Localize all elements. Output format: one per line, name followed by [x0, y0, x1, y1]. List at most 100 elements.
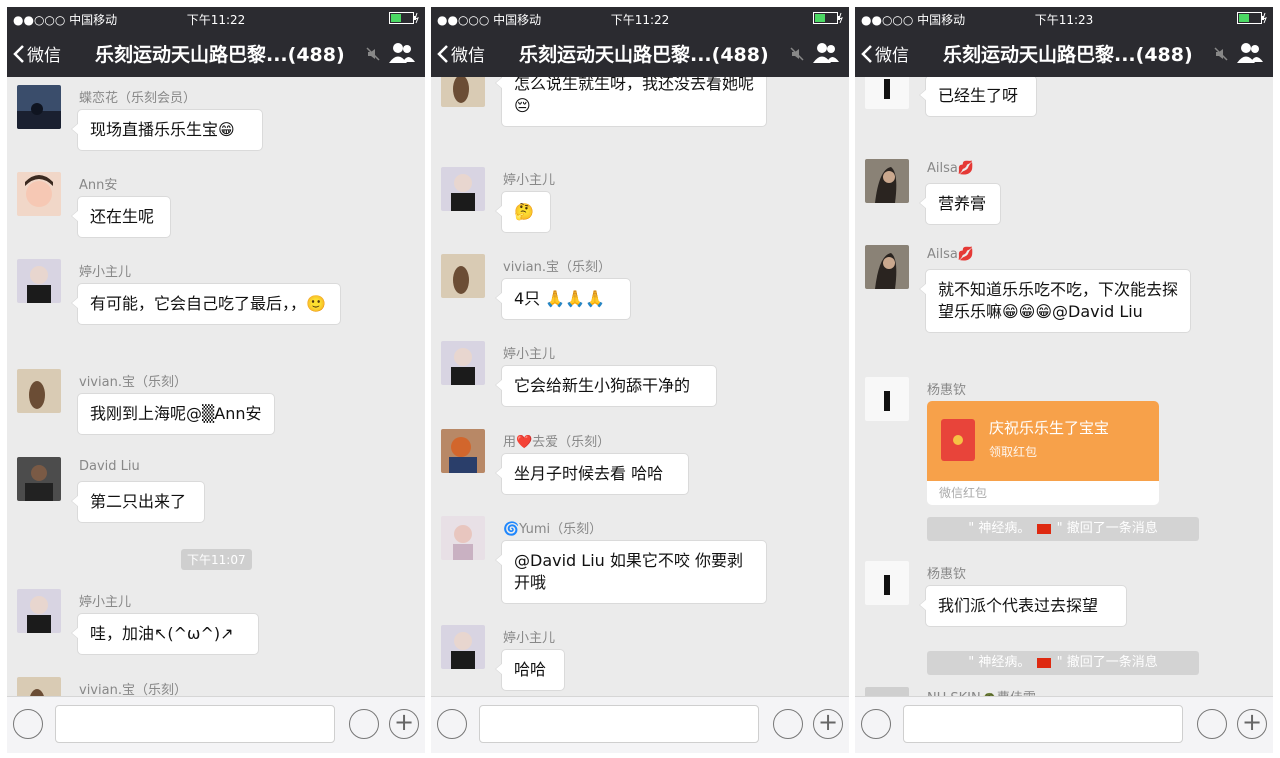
clock: 下午11:22 [610, 13, 670, 27]
message-bubble[interactable]: 坐月子时候去看 哈哈 [495, 453, 689, 495]
sender-name: 蝶恋花（乐刻会员） [79, 91, 197, 106]
message-list[interactable]: 蝶恋花（乐刻会员） 现场直播乐乐生宝😁 Ann安 还在生呢 婷小主儿 有可能，它… [7, 77, 425, 697]
avatar[interactable] [441, 77, 485, 107]
battery-icon [389, 12, 419, 24]
status-bar: ●●○○○ 中国移动 下午11:22 [7, 7, 425, 29]
message-bubble[interactable]: 哇，加油↖(^ω^)↗ [71, 613, 259, 655]
message-bubble[interactable]: 我刚到上海呢@▒Ann安 [77, 393, 275, 435]
message-bubble[interactable]: 就不知道乐乐吃不吃，下次能去探望乐乐嘛😁😁😁@David Liu [919, 269, 1191, 333]
message-bubble[interactable]: 已经生了呀 [919, 77, 1037, 117]
plus-icon[interactable]: + [813, 709, 843, 739]
message-bubble[interactable]: 营养膏 [919, 183, 1001, 225]
avatar[interactable] [865, 245, 909, 289]
chat-title: 乐刻运动天山路巴黎...(488) [95, 44, 345, 66]
group-info-icon[interactable] [389, 42, 415, 64]
message-bubble[interactable]: 它会给新生小狗舔干净的 [495, 365, 717, 407]
voice-icon[interactable] [437, 709, 467, 739]
back-button[interactable]: 微信 [437, 41, 485, 66]
sender-name: 婷小主儿 [503, 347, 556, 362]
avatar[interactable] [17, 85, 61, 129]
message-bubble[interactable]: 怎么说生就生呀，我还没去看她呢😔 [495, 77, 767, 127]
back-button[interactable]: 微信 [13, 41, 61, 66]
message-bubble[interactable]: 有可能，它会自己吃了最后，，🙂 [71, 283, 341, 325]
chat-screen-3: ●●○○○ 中国移动 下午11:23 微信 乐刻运动天山路巴黎...(488) … [855, 7, 1273, 753]
sender-name: 婷小主儿 [503, 173, 556, 188]
status-bar: ●●○○○ 中国移动 下午11:22 [431, 7, 849, 29]
avatar[interactable] [17, 369, 61, 413]
avatar[interactable] [441, 341, 485, 385]
recall-user[interactable]: 神经病。 [978, 521, 1030, 536]
avatar[interactable] [441, 167, 485, 211]
back-label: 微信 [875, 46, 909, 66]
china-flag-icon [1036, 657, 1051, 668]
avatar[interactable] [865, 159, 909, 203]
nav-bar: 微信 乐刻运动天山路巴黎...(488) [855, 29, 1273, 77]
message-input[interactable] [903, 705, 1183, 743]
avatar[interactable] [17, 259, 61, 303]
sender-name: 用❤️去爱（乐刻） [503, 435, 611, 450]
voice-icon[interactable] [861, 709, 891, 739]
sender-name: 杨惠钦 [927, 567, 967, 582]
input-bar: + [7, 696, 425, 753]
sender-name: 🌀Yumi（乐刻） [503, 522, 603, 537]
sender-name: 婷小主儿 [79, 265, 132, 280]
sender-name: 婷小主儿 [79, 595, 132, 610]
avatar[interactable] [441, 429, 485, 473]
sender-name: 杨惠钦 [927, 383, 967, 398]
group-info-icon[interactable] [1237, 42, 1263, 64]
mute-icon [790, 47, 804, 61]
emoji-icon[interactable] [1197, 709, 1227, 739]
voice-icon[interactable] [13, 709, 43, 739]
avatar[interactable] [17, 457, 61, 501]
message-bubble[interactable]: 还在生呢 [71, 196, 171, 238]
back-label: 微信 [27, 46, 61, 66]
message-input[interactable] [55, 705, 335, 743]
avatar[interactable] [441, 254, 485, 298]
emoji-icon[interactable] [773, 709, 803, 739]
avatar[interactable] [441, 516, 485, 560]
back-button[interactable]: 微信 [861, 41, 909, 66]
chat-screen-1: ●●○○○ 中国移动 下午11:22 微信 乐刻运动天山路巴黎...(488) … [7, 7, 425, 753]
plus-icon[interactable]: + [389, 709, 419, 739]
recall-quote: " [968, 521, 975, 536]
message-bubble[interactable]: 第二只出来了 [71, 481, 205, 523]
red-packet-body: 庆祝乐乐生了宝宝 领取红包 [927, 401, 1159, 481]
message-list[interactable]: 已经生了呀 Ailsa💋 营养膏 Ailsa💋 就不知道乐乐吃不吃，下次能去探望… [855, 77, 1273, 697]
china-flag-icon [1036, 523, 1051, 534]
avatar[interactable] [865, 77, 909, 109]
red-packet-title: 庆祝乐乐生了宝宝 [989, 419, 1110, 437]
message-bubble[interactable]: 4只 🙏🙏🙏 [495, 278, 631, 320]
avatar[interactable] [441, 625, 485, 669]
message-bubble[interactable]: 哈哈 [495, 649, 565, 691]
avatar[interactable] [17, 172, 61, 216]
avatar[interactable] [17, 589, 61, 633]
message-bubble[interactable]: 我们派个代表过去探望 [919, 585, 1127, 627]
sender-name: David Liu [79, 459, 140, 474]
battery-icon [1237, 12, 1267, 24]
avatar[interactable] [865, 377, 909, 421]
message-bubble[interactable]: 现场直播乐乐生宝😁 [71, 109, 263, 151]
avatar[interactable] [17, 677, 61, 697]
message-input[interactable] [479, 705, 759, 743]
chat-screen-2: ●●○○○ 中国移动 下午11:22 微信 乐刻运动天山路巴黎...(488) … [431, 7, 849, 753]
recall-user[interactable]: 神经病。 [978, 655, 1030, 670]
sender-name: vivian.宝（乐刻） [79, 375, 187, 390]
chevron-left-icon [437, 44, 448, 63]
emoji-icon[interactable] [349, 709, 379, 739]
chevron-left-icon [861, 44, 872, 63]
red-packet-footer: 微信红包 [927, 481, 1159, 505]
chat-title: 乐刻运动天山路巴黎...(488) [519, 44, 769, 66]
nav-bar: 微信 乐刻运动天山路巴黎...(488) [431, 29, 849, 77]
sender-name: vivian.宝（乐刻） [503, 260, 611, 275]
message-list[interactable]: 怎么说生就生呀，我还没去看她呢😔 婷小主儿 🤔 vivian.宝（乐刻） 4只 … [431, 77, 849, 697]
message-bubble[interactable]: 🤔 [495, 191, 551, 233]
red-packet[interactable]: 庆祝乐乐生了宝宝 领取红包 微信红包 [927, 401, 1159, 505]
sender-name: Ann安 [79, 178, 118, 193]
group-info-icon[interactable] [813, 42, 839, 64]
plus-icon[interactable]: + [1237, 709, 1267, 739]
sender-name: vivian.宝（乐刻） [79, 683, 187, 697]
message-bubble[interactable]: @David Liu 如果它不咬 你要剥开哦 [495, 540, 767, 604]
avatar[interactable] [865, 561, 909, 605]
recall-quote: " [968, 655, 975, 670]
nav-bar: 微信 乐刻运动天山路巴黎...(488) [7, 29, 425, 77]
